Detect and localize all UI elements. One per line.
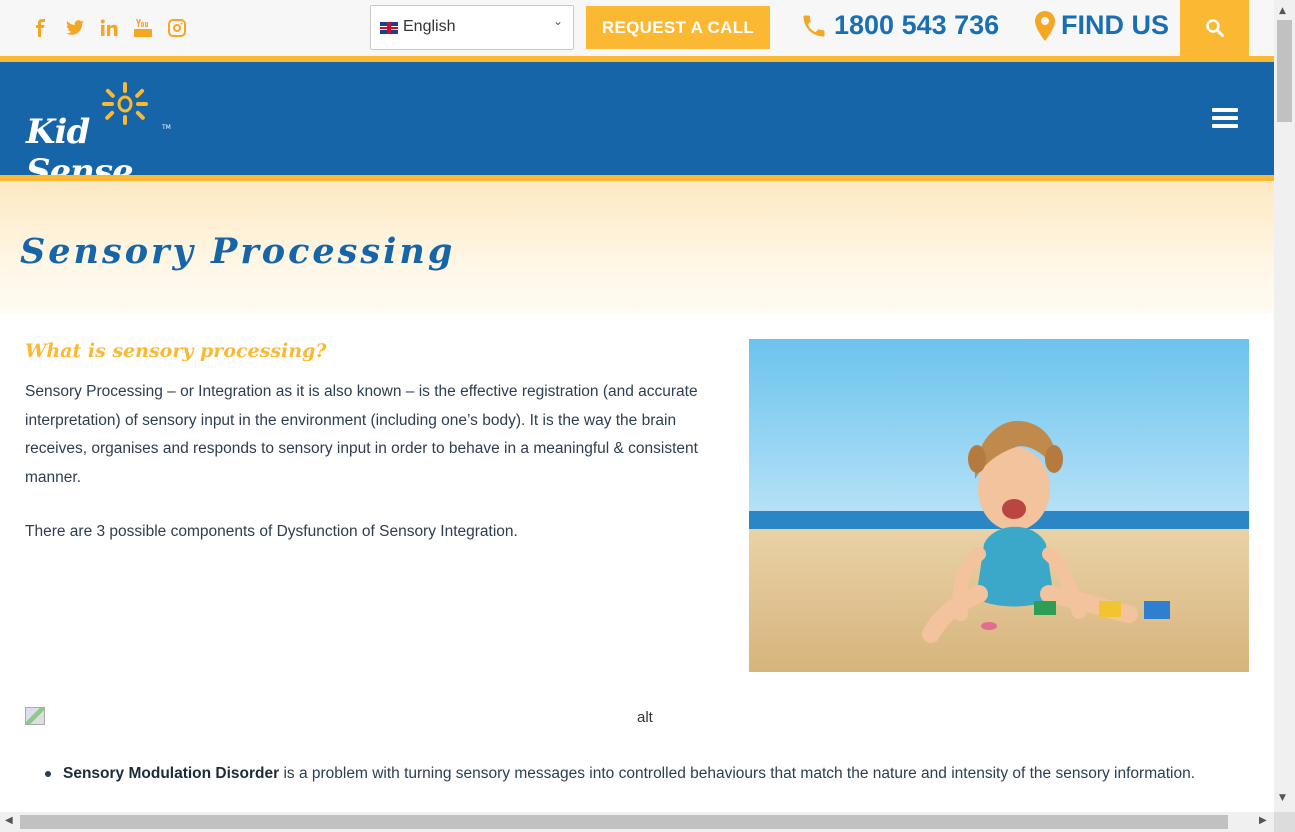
- vertical-scrollbar[interactable]: ▲ ▼: [1274, 0, 1295, 812]
- social-links: [30, 16, 188, 40]
- scroll-left-arrow-icon[interactable]: ◀: [5, 815, 13, 826]
- list-item-text: is a problem with turning sensory messag…: [279, 765, 1196, 782]
- site-header: Kid Sense TM: [0, 62, 1274, 192]
- request-call-button[interactable]: REQUEST A CALL: [586, 6, 770, 49]
- logo-trademark: TM: [162, 124, 171, 131]
- image-alt-text: alt: [637, 709, 653, 726]
- language-select[interactable]: English ⌄: [370, 5, 574, 50]
- language-label: English: [403, 18, 456, 35]
- scroll-down-arrow-icon[interactable]: ▼: [1279, 793, 1286, 803]
- page-hero: Sensory Processing: [0, 181, 1274, 313]
- twitter-icon[interactable]: [64, 16, 86, 40]
- top-bar: English ⌄ REQUEST A CALL 1800 543 736 FI…: [0, 0, 1274, 56]
- broken-image-icon: [25, 707, 45, 725]
- scroll-up-arrow-icon[interactable]: ▲: [1279, 6, 1286, 16]
- facebook-icon[interactable]: [30, 16, 52, 40]
- hamburger-menu-icon[interactable]: [1212, 108, 1238, 128]
- vertical-scroll-thumb[interactable]: [1277, 20, 1292, 122]
- scroll-right-arrow-icon[interactable]: ▶: [1259, 815, 1267, 826]
- uk-flag-icon: [380, 22, 398, 34]
- search-icon: [1205, 19, 1224, 37]
- search-button[interactable]: [1180, 0, 1249, 56]
- find-us-label: FIND US: [1061, 10, 1169, 40]
- dysfunction-list: Sensory Modulation Disorder is a problem…: [45, 760, 1225, 788]
- phone-number: 1800 543 736: [834, 10, 1000, 40]
- phone-icon: [803, 15, 825, 36]
- components-paragraph: There are 3 possible components of Dysfu…: [25, 523, 518, 540]
- phone-link[interactable]: 1800 543 736: [800, 10, 999, 41]
- child-on-beach-image: [749, 339, 1249, 672]
- section-heading: What is sensory processing?: [25, 340, 327, 362]
- broken-image: alt: [25, 707, 665, 731]
- linkedin-icon[interactable]: [98, 16, 120, 40]
- instagram-icon[interactable]: [166, 16, 188, 40]
- list-item-term: Sensory Modulation Disorder: [63, 765, 280, 782]
- chevron-down-icon: ⌄: [552, 14, 563, 28]
- youtube-icon[interactable]: [132, 16, 154, 40]
- page-title: Sensory Processing: [20, 231, 456, 272]
- find-us-link[interactable]: FIND US: [1035, 10, 1169, 41]
- kid-sense-logo[interactable]: Kid Sense TM: [24, 78, 174, 192]
- intro-paragraph: Sensory Processing – or Integration as i…: [25, 383, 698, 487]
- scrollbar-corner: [1274, 812, 1295, 832]
- map-pin-icon: [1035, 10, 1055, 41]
- list-item: Sensory Modulation Disorder is a problem…: [45, 760, 1225, 788]
- horizontal-scroll-thumb[interactable]: [20, 815, 1228, 829]
- horizontal-scrollbar[interactable]: ◀ ▶: [0, 812, 1274, 832]
- bullet: [45, 771, 51, 777]
